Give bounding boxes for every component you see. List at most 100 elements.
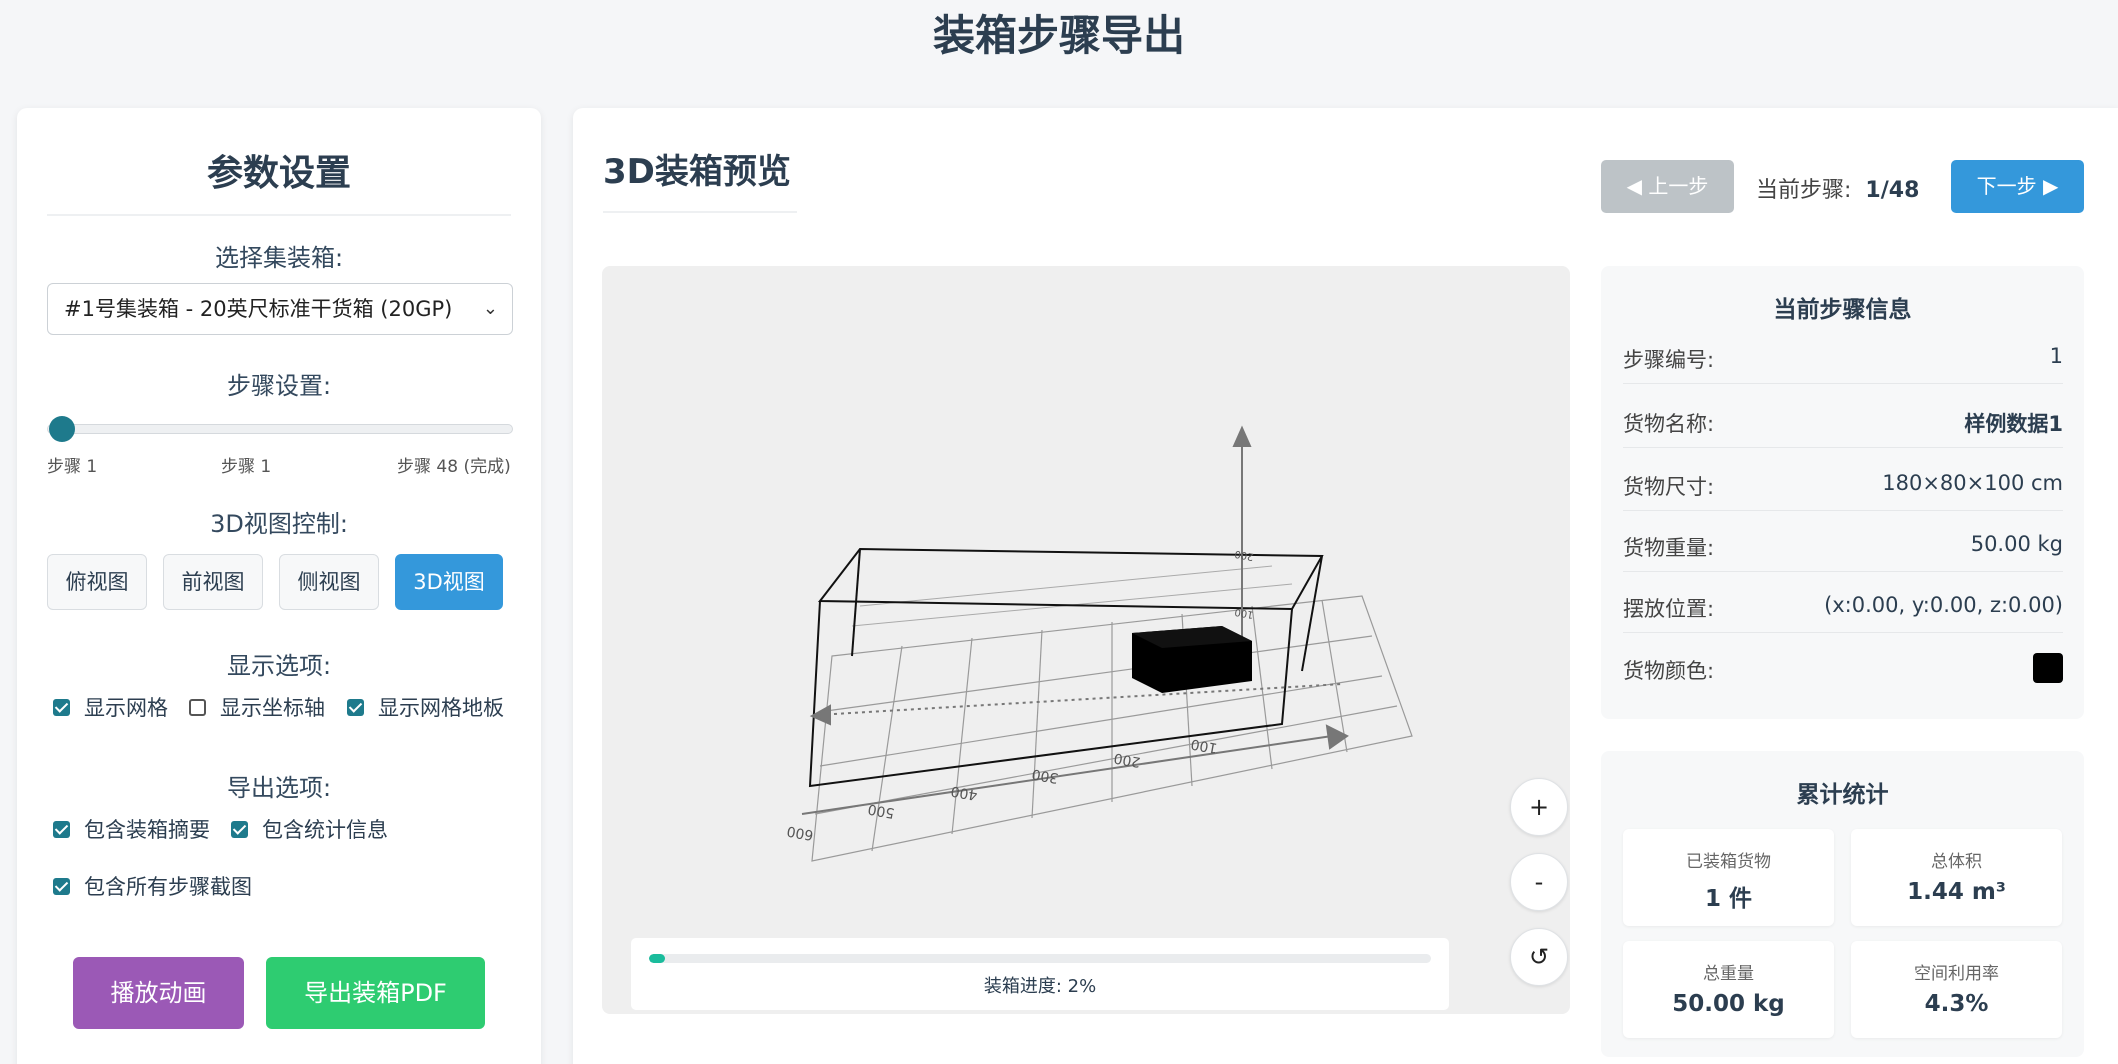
3d-viewport[interactable]: 600 500 400 300 200 100 200 100 + - ↺ 装箱… <box>602 266 1570 1014</box>
stat-value: 4.3% <box>1924 991 1989 1017</box>
stats-card: 累计统计 已装箱货物 1 件 总体积 1.44 m³ 总重量 50.00 kg … <box>1601 751 2084 1057</box>
stat-total-volume: 总体积 1.44 m³ <box>1851 829 2062 926</box>
info-row-position: 摆放位置: (x:0.00, y:0.00, z:0.00) <box>1623 575 2063 633</box>
zoom-in-button[interactable]: + <box>1510 778 1568 836</box>
progress-fill <box>649 954 665 963</box>
settings-title: 参数设置 <box>47 144 511 216</box>
scale-label: 200 <box>1113 749 1142 769</box>
settings-panel: 参数设置 选择集装箱: #1号集装箱 - 20英尺标准干货箱 (20GP) ⌄ … <box>17 108 541 1064</box>
step-min-label: 步骤 1 <box>47 457 98 477</box>
stat-value: 1 件 <box>1704 886 1752 912</box>
progress-track <box>649 954 1431 963</box>
progress-panel: 装箱进度: 2% <box>631 938 1449 1010</box>
scale-label: 400 <box>950 782 979 802</box>
option-label: 包含统计信息 <box>262 818 388 842</box>
stat-label: 总重量 <box>1703 964 1754 984</box>
view-control-label: 3D视图控制: <box>210 510 348 538</box>
scale-label: 500 <box>867 800 896 820</box>
option-label: 显示坐标轴 <box>220 696 325 720</box>
next-step-button[interactable]: 下一步 ▶ <box>1951 160 2084 213</box>
info-row-step-no: 步骤编号: 1 <box>1623 326 2063 384</box>
page-title: 装箱步骤导出 <box>932 11 1185 60</box>
grid-lines <box>851 565 1293 627</box>
reset-view-icon[interactable]: ↺ <box>1510 928 1568 986</box>
info-value: 1 <box>2049 344 2063 368</box>
stat-label: 空间利用率 <box>1914 964 1999 984</box>
checkbox-icon[interactable] <box>53 820 70 838</box>
option-show-grid[interactable]: 显示网格 <box>53 692 168 722</box>
info-row-cargo-size: 货物尺寸: 180×80×100 cm <box>1623 453 2063 511</box>
step-info-card: 当前步骤信息 步骤编号: 1 货物名称: 样例数据1 货物尺寸: 180×80×… <box>1601 266 2084 719</box>
stat-packed-items: 已装箱货物 1 件 <box>1623 829 1834 926</box>
scale-label: 100 <box>1190 735 1219 755</box>
option-label: 显示网格 <box>84 696 168 720</box>
view-3d-button[interactable]: 3D视图 <box>395 554 503 610</box>
step-current-label: 步骤 1 <box>221 457 272 477</box>
export-options-label: 导出选项: <box>226 774 332 802</box>
current-step-indicator: 当前步骤: 1/48 <box>1756 172 1919 204</box>
checkbox-icon[interactable] <box>53 698 70 716</box>
current-step-value: 1/48 <box>1865 178 1920 203</box>
info-row-cargo-weight: 货物重量: 50.00 kg <box>1623 514 2063 572</box>
export-pdf-button[interactable]: 导出装箱PDF <box>266 957 485 1029</box>
view-top-button[interactable]: 俯视图 <box>47 554 147 610</box>
chevron-down-icon: ⌄ <box>482 298 498 319</box>
stat-total-weight: 总重量 50.00 kg <box>1623 941 1834 1038</box>
step-max-label: 步骤 48 (完成) <box>397 457 511 477</box>
info-key: 步骤编号: <box>1623 348 1715 372</box>
stat-value: 50.00 kg <box>1672 991 1785 1017</box>
option-label: 包含装箱摘要 <box>84 818 210 842</box>
step-label: 步骤设置: <box>226 372 332 400</box>
cargo-box[interactable] <box>1132 626 1252 693</box>
step-slider-track[interactable] <box>47 424 513 434</box>
3d-scene[interactable]: 600 500 400 300 200 100 200 100 <box>602 266 1570 1014</box>
checkbox-icon[interactable] <box>53 877 70 895</box>
info-key: 货物尺寸: <box>1623 475 1715 499</box>
option-label: 显示网格地板 <box>378 696 504 720</box>
progress-label: 装箱进度: 2% <box>983 976 1097 997</box>
display-options-label: 显示选项: <box>226 652 332 680</box>
stat-value: 1.44 m³ <box>1907 879 2006 905</box>
stats-title: 累计统计 <box>1796 782 1889 808</box>
info-value: (x:0.00, y:0.00, z:0.00) <box>1824 593 2063 617</box>
option-include-screenshots[interactable]: 包含所有步骤截图 <box>53 871 252 901</box>
info-key: 摆放位置: <box>1623 597 1715 621</box>
view-front-button[interactable]: 前视图 <box>163 554 263 610</box>
info-value: 180×80×100 cm <box>1882 471 2063 495</box>
stat-label: 已装箱货物 <box>1686 852 1771 872</box>
info-key: 货物名称: <box>1623 412 1715 436</box>
prev-step-button[interactable]: ◀ 上一步 <box>1601 160 1734 213</box>
info-row-color: 货物颜色: <box>1623 637 2063 695</box>
scale-label: 300 <box>1031 765 1060 785</box>
option-show-floor[interactable]: 显示网格地板 <box>347 692 504 722</box>
play-animation-button[interactable]: 播放动画 <box>73 957 244 1029</box>
info-row-cargo-name: 货物名称: 样例数据1 <box>1623 390 2063 448</box>
scale-label: 600 <box>786 822 815 842</box>
view-side-button[interactable]: 侧视图 <box>279 554 379 610</box>
floor-grid <box>811 595 1413 862</box>
preview-title: 3D装箱预览 <box>603 144 797 213</box>
stat-space-utilization: 空间利用率 4.3% <box>1851 941 2062 1038</box>
option-label: 包含所有步骤截图 <box>84 875 252 899</box>
color-swatch <box>2033 653 2063 683</box>
container-select[interactable]: #1号集装箱 - 20英尺标准干货箱 (20GP) ⌄ <box>47 283 513 335</box>
zoom-out-button[interactable]: - <box>1510 853 1568 911</box>
checkbox-icon[interactable] <box>189 698 206 716</box>
option-show-axes[interactable]: 显示坐标轴 <box>189 692 325 722</box>
current-step-label: 当前步骤: <box>1756 178 1852 203</box>
step-info-title: 当前步骤信息 <box>1773 297 1912 323</box>
height-label: 200 <box>1234 548 1255 562</box>
info-value: 50.00 kg <box>1970 532 2063 556</box>
info-key: 货物重量: <box>1623 536 1715 560</box>
checkbox-icon[interactable] <box>231 820 248 838</box>
container-select-value: #1号集装箱 - 20英尺标准干货箱 (20GP) <box>64 297 453 321</box>
preview-panel: 3D装箱预览 ◀ 上一步 当前步骤: 1/48 下一步 ▶ 600 500 40… <box>573 108 2118 1064</box>
option-include-summary[interactable]: 包含装箱摘要 <box>53 814 210 844</box>
step-slider-handle[interactable] <box>49 416 75 442</box>
stat-label: 总体积 <box>1931 852 1982 872</box>
checkbox-icon[interactable] <box>347 698 364 716</box>
container-label: 选择集装箱: <box>214 244 344 272</box>
info-value: 样例数据1 <box>1964 412 2063 436</box>
info-key: 货物颜色: <box>1623 659 1715 683</box>
option-include-stats[interactable]: 包含统计信息 <box>231 814 388 844</box>
